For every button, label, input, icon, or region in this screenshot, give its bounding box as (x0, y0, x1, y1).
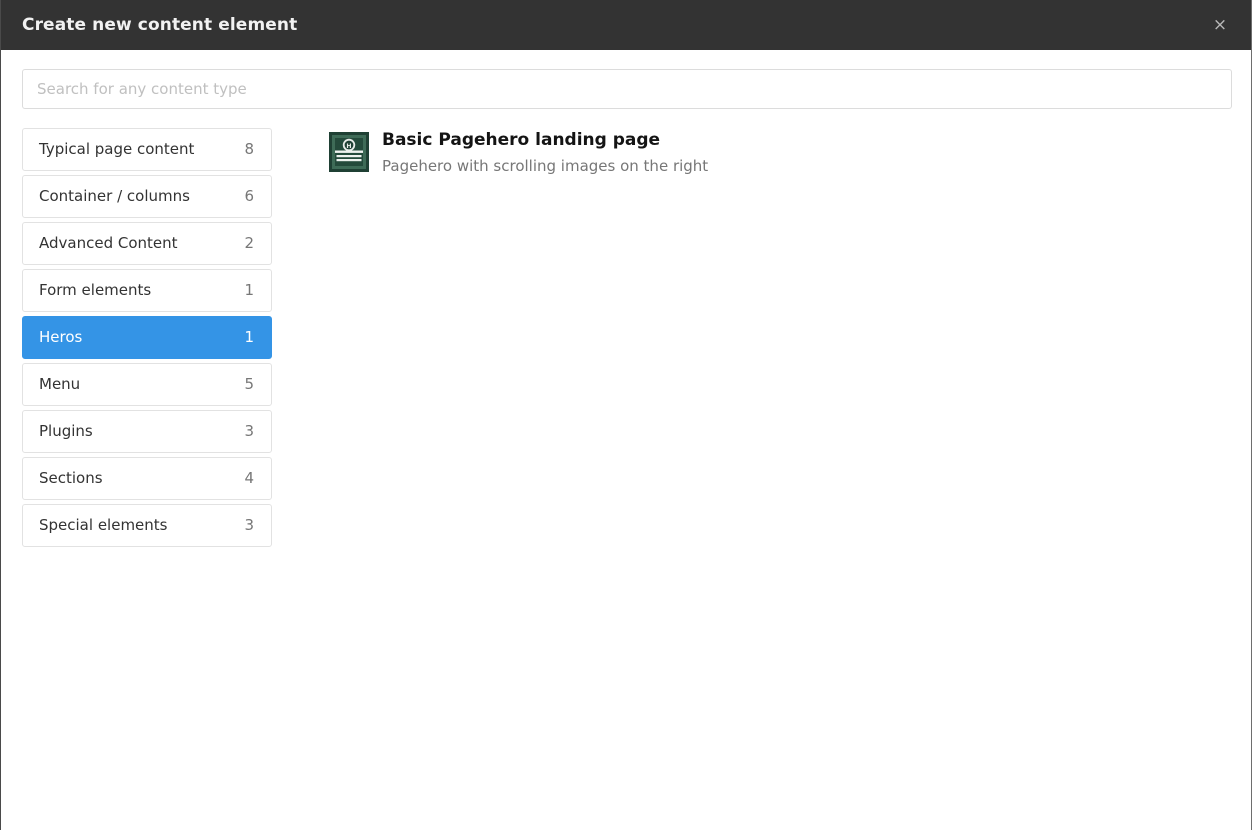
category-count: 1 (244, 281, 254, 299)
category-label: Form elements (39, 281, 152, 299)
category-item-container-columns[interactable]: Container / columns 6 (22, 175, 272, 218)
category-item-special-elements[interactable]: Special elements 3 (22, 504, 272, 547)
results-panel: H Basic Pagehero landing page Pagehero w… (272, 128, 1231, 175)
search-row (22, 69, 1232, 109)
category-item-form-elements[interactable]: Form elements 1 (22, 269, 272, 312)
create-content-element-dialog: Create new content element × Typical pag… (0, 0, 1252, 830)
dialog-body: Typical page content 8 Container / colum… (1, 50, 1251, 830)
svg-text:H: H (346, 143, 351, 150)
category-item-plugins[interactable]: Plugins 3 (22, 410, 272, 453)
search-input[interactable] (22, 69, 1232, 109)
dialog-title: Create new content element (22, 14, 298, 35)
category-item-typical-page-content[interactable]: Typical page content 8 (22, 128, 272, 171)
close-icon[interactable]: × (1209, 14, 1231, 36)
result-description: Pagehero with scrolling images on the ri… (382, 157, 709, 175)
dialog-header: Create new content element × (1, 0, 1251, 50)
category-item-sections[interactable]: Sections 4 (22, 457, 272, 500)
category-item-heros[interactable]: Heros 1 (22, 316, 272, 359)
result-title: Basic Pagehero landing page (382, 130, 661, 150)
result-item-basic-pagehero-landing-page[interactable]: H Basic Pagehero landing page Pagehero w… (329, 130, 1231, 175)
category-label: Menu (39, 375, 81, 393)
category-label: Typical page content (39, 140, 195, 158)
category-count: 5 (244, 375, 254, 393)
category-label: Advanced Content (39, 234, 178, 252)
category-count: 8 (244, 140, 254, 158)
result-text: Basic Pagehero landing page Pagehero wit… (382, 130, 708, 175)
category-label: Heros (39, 328, 83, 346)
category-item-advanced-content[interactable]: Advanced Content 2 (22, 222, 272, 265)
category-count: 1 (244, 328, 254, 346)
category-label: Container / columns (39, 187, 190, 205)
category-label: Sections (39, 469, 103, 487)
category-count: 4 (244, 469, 254, 487)
category-count: 2 (244, 234, 254, 252)
pagehero-landing-page-icon: H (329, 132, 369, 172)
category-item-menu[interactable]: Menu 5 (22, 363, 272, 406)
category-label: Plugins (39, 422, 93, 440)
content-area: Typical page content 8 Container / colum… (22, 128, 1231, 547)
category-count: 6 (244, 187, 254, 205)
category-list: Typical page content 8 Container / colum… (22, 128, 272, 547)
category-count: 3 (244, 422, 254, 440)
category-count: 3 (244, 516, 254, 534)
category-label: Special elements (39, 516, 168, 534)
